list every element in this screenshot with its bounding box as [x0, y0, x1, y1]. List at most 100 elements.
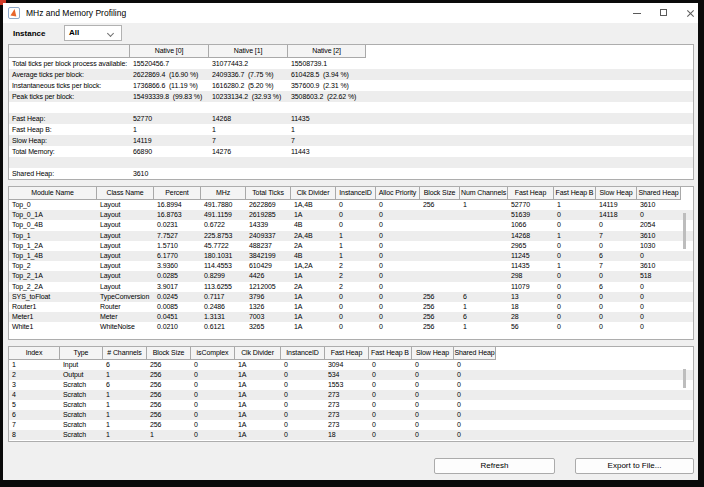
window-title: MHz and Memory Profiling [26, 3, 126, 23]
cell: 6.1770 [154, 251, 201, 261]
column-header[interactable]: Native [1] [209, 45, 288, 58]
column-header[interactable]: Type [60, 347, 103, 360]
table-row[interactable]: Top_1Layout7.7527225.875324093372A,4B101… [9, 231, 693, 241]
column-header[interactable]: Clk Divider [291, 187, 336, 200]
table-row[interactable]: Peak ticks per block:15493339.8 (99.83 %… [9, 91, 693, 102]
table-row[interactable]: 3Scratch625601A01553000 [9, 380, 693, 390]
table-row[interactable]: Shared Heap:3610 [9, 168, 693, 179]
cell: 1A [235, 430, 281, 440]
table-row[interactable]: Meter1Meter0.04511.313170031A00256628000 [9, 312, 693, 322]
cell: 0 [376, 220, 420, 230]
cell: 113.6255 [201, 282, 246, 292]
table-row[interactable]: 8Scratch1101A018000 [9, 430, 693, 440]
cell: 0 [454, 360, 496, 370]
column-header[interactable]: Num Channels [460, 187, 508, 200]
column-header[interactable]: Block Size [147, 347, 191, 360]
table-row[interactable]: 4Scratch125601A0273000 [9, 390, 693, 400]
cell: 18 [508, 302, 554, 312]
cell: 0 [281, 410, 325, 420]
column-header[interactable]: InstanceID [336, 187, 376, 200]
cell: 2054 [637, 220, 681, 230]
table-row[interactable]: Top_0_1ALayout16.8763491.115926192851A00… [9, 210, 693, 220]
column-header[interactable]: MHz [201, 187, 246, 200]
cell [130, 102, 209, 113]
table-row[interactable]: Top_1_4BLayout6.1770180.103138421994B101… [9, 251, 693, 261]
cell: 1 [336, 231, 376, 241]
cell: 0 [412, 420, 454, 430]
table-row[interactable]: Instantaneous ticks per block:1736866.6 … [9, 80, 693, 91]
column-header[interactable]: Clk Divider [235, 347, 281, 360]
column-header[interactable]: Shared Heap [637, 187, 681, 200]
table-row[interactable]: Total Memory:668901427611443 [9, 146, 693, 157]
refresh-button[interactable]: Refresh [434, 458, 555, 474]
maximize-button[interactable] [651, 3, 677, 23]
column-header[interactable]: Fast Heap B [554, 187, 596, 200]
table-row[interactable]: Slow Heap:1411977 [9, 135, 693, 146]
cell: 7 [596, 261, 637, 271]
cell: 0 [369, 360, 412, 370]
cell: 0 [554, 251, 596, 261]
table-row[interactable]: 1Input625601A03094000 [9, 360, 693, 370]
table-row[interactable]: Top_2_1ALayout0.02850.829944261A20298005… [9, 271, 693, 281]
cell: 0 [412, 390, 454, 400]
table-row[interactable]: SYS_toFloatTypeConversion0.02450.7117379… [9, 292, 693, 302]
column-header[interactable]: Slow Heap [596, 187, 637, 200]
column-header[interactable]: Shared Heap [454, 347, 496, 360]
cell: 2622869.4 (16.90 %) [130, 69, 209, 80]
cell: 1066 [508, 220, 554, 230]
column-header[interactable]: InstanceID [281, 347, 325, 360]
cell: 7 [288, 135, 366, 146]
vertical-scrollbar-thumb[interactable] [683, 213, 686, 249]
table-row[interactable]: Router1Router0.00850.248613261A002561180… [9, 302, 693, 312]
cell: 11435 [508, 261, 554, 271]
column-header[interactable]: Class Name [97, 187, 154, 200]
instance-dropdown[interactable]: All [64, 25, 122, 41]
table-row[interactable]: 6Scratch125601A0273000 [9, 410, 693, 420]
close-button[interactable] [677, 3, 698, 23]
column-header[interactable]: Fast Heap [508, 187, 554, 200]
export-to-file-button[interactable]: Export to File... [575, 458, 694, 474]
cell: 0 [369, 390, 412, 400]
table-row[interactable]: Fast Heap:527701426811435 [9, 113, 693, 124]
column-header[interactable]: Native [2] [288, 45, 366, 58]
column-header[interactable]: Module Name [9, 187, 97, 200]
column-header[interactable]: Fast Heap [325, 347, 369, 360]
table-row[interactable]: White1WhiteNoise0.02100.612132651A002561… [9, 322, 693, 332]
cell: 1 [103, 430, 147, 440]
cell: 0.2486 [201, 302, 246, 312]
table-row[interactable]: 7Scratch125601A0273000 [9, 420, 693, 430]
minimize-button[interactable] [624, 3, 650, 23]
column-header[interactable]: Index [9, 347, 60, 360]
table-row[interactable]: Fast Heap B:111 [9, 124, 693, 135]
table-row[interactable]: Top_1_2ALayout1.571045.77224882372A10296… [9, 241, 693, 251]
cell: 0 [554, 302, 596, 312]
vertical-scrollbar-thumb[interactable] [683, 369, 686, 388]
table-row[interactable]: Top_0Layout16.8994491.788026228691A,4B00… [9, 200, 693, 210]
column-header[interactable]: Slow Heap [412, 347, 454, 360]
cell: Total ticks per block process available: [9, 58, 130, 69]
table-row[interactable] [9, 157, 693, 168]
column-header[interactable]: Total Ticks [246, 187, 291, 200]
table-row[interactable]: Average ticks per block:2622869.4 (16.90… [9, 69, 693, 80]
cell: 3610 [637, 261, 681, 271]
table-row[interactable]: Top_0_4BLayout0.02310.6722143394B0010660… [9, 220, 693, 230]
column-header[interactable]: Native [0] [130, 45, 209, 58]
table-row[interactable]: Total ticks per block process available:… [9, 58, 693, 69]
column-header[interactable]: isComplex [191, 347, 235, 360]
table-row[interactable]: 5Scratch125601A0273000 [9, 400, 693, 410]
column-header[interactable]: # Channels [103, 347, 147, 360]
cell: Scratch [60, 430, 103, 440]
column-header[interactable]: Percent [154, 187, 201, 200]
cell [420, 271, 460, 281]
cell: 0 [281, 390, 325, 400]
cell: Total Memory: [9, 146, 130, 157]
table-row[interactable]: Top_2_2ALayout3.9017113.625512120052A201… [9, 282, 693, 292]
cell: Top_0_1A [9, 210, 97, 220]
table-row[interactable] [9, 102, 693, 113]
column-header[interactable] [9, 45, 130, 58]
table-row[interactable]: 2Output125601A0534000 [9, 370, 693, 380]
table-row[interactable]: Top_2Layout3.9360114.45536104291A,2A2011… [9, 261, 693, 271]
column-header[interactable]: Block Size [420, 187, 460, 200]
column-header[interactable]: Fast Heap B [369, 347, 412, 360]
column-header[interactable]: Alloc Priority [376, 187, 420, 200]
